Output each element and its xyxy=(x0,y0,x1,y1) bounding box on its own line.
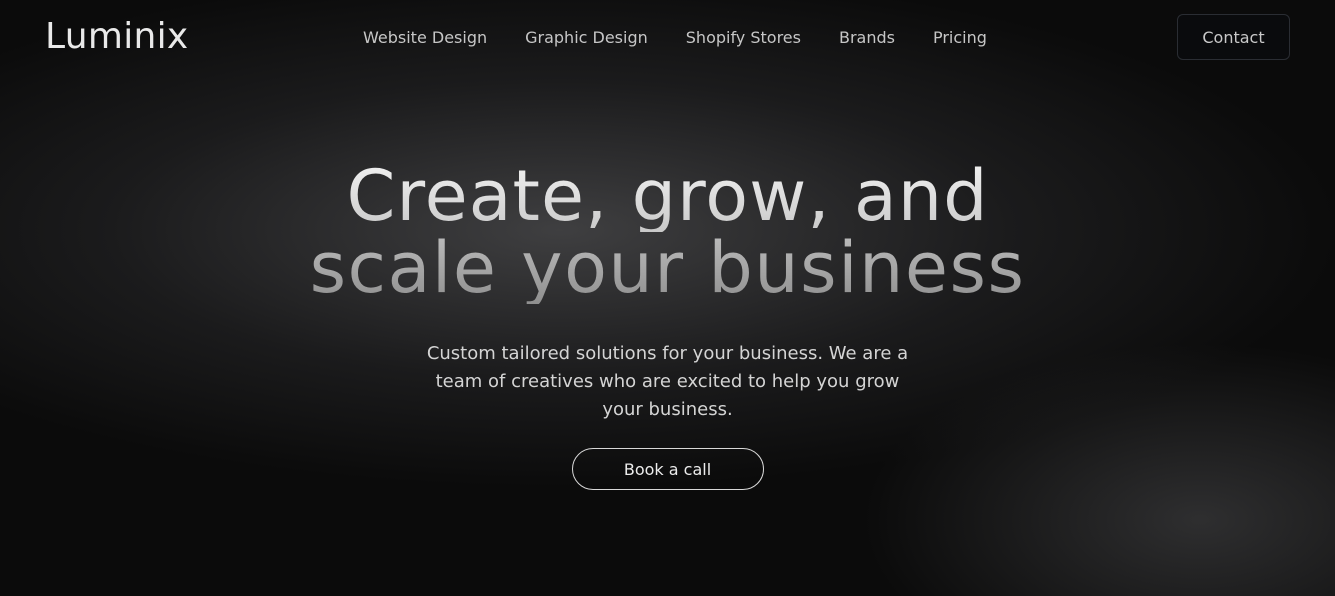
contact-button[interactable]: Contact xyxy=(1177,14,1290,60)
main-nav: Website Design Graphic Design Shopify St… xyxy=(344,24,1006,52)
book-a-call-button[interactable]: Book a call xyxy=(571,448,764,490)
brand-logo[interactable]: Luminix xyxy=(45,14,189,60)
hero-headline-line-2: scale your business xyxy=(0,232,1335,304)
nav-item-pricing[interactable]: Pricing xyxy=(914,24,1006,52)
hero-headline: Create, grow, and scale your business xyxy=(0,160,1335,304)
hero-section: Create, grow, and scale your business Cu… xyxy=(0,160,1335,490)
hero-headline-line-1: Create, grow, and xyxy=(0,160,1335,232)
site-header: Luminix Website Design Graphic Design Sh… xyxy=(0,0,1335,76)
nav-item-graphic-design[interactable]: Graphic Design xyxy=(506,24,667,52)
nav-item-website-design[interactable]: Website Design xyxy=(344,24,506,52)
nav-item-shopify-stores[interactable]: Shopify Stores xyxy=(667,24,820,52)
nav-item-brands[interactable]: Brands xyxy=(820,24,914,52)
hero-subtext: Custom tailored solutions for your busin… xyxy=(426,343,909,420)
